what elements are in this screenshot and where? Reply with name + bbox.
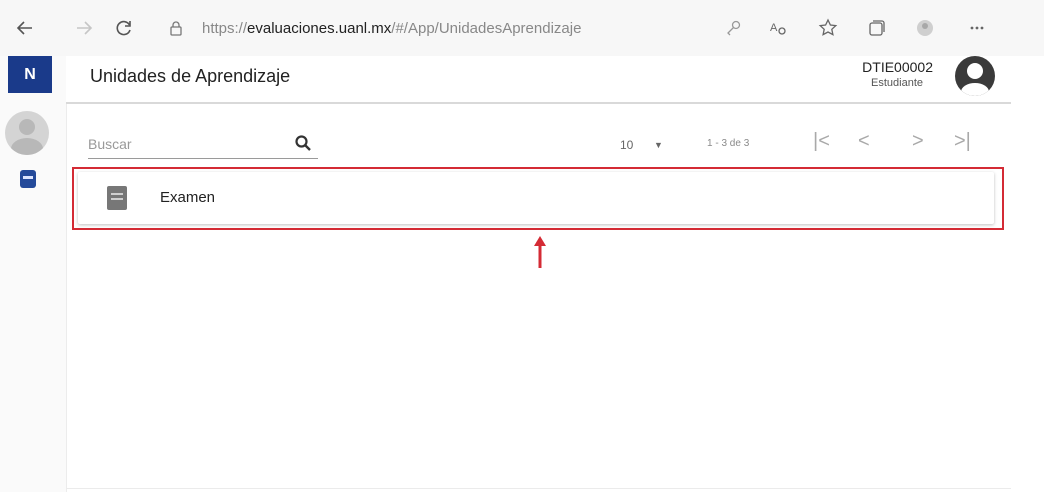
annotation-arrow-icon [531,234,549,270]
url-path: /#/App/UnidadesAprendizaje [391,19,582,37]
caret-down-icon[interactable]: ▼ [654,140,663,150]
svg-text:A: A [770,22,778,34]
forward-icon[interactable] [70,14,98,42]
collections-icon[interactable] [863,14,891,42]
previous-page-icon[interactable]: < [858,130,870,153]
user-avatar[interactable] [955,56,995,96]
book-icon [107,186,127,210]
key-icon[interactable] [720,14,748,42]
page-range: 1 - 3 de 3 [707,138,750,149]
search-icon[interactable] [294,134,312,152]
profile-icon[interactable] [911,14,939,42]
user-role: Estudiante [871,77,923,89]
reload-icon[interactable] [110,14,138,42]
search-input[interactable] [88,130,318,159]
browser-toolbar: https://evaluaciones.uanl.mx/#/App/Unida… [0,0,1044,56]
last-page-icon[interactable]: >| [954,130,971,153]
address-bar[interactable]: https://evaluaciones.uanl.mx/#/App/Unida… [202,10,722,46]
sidebar-avatar[interactable] [5,111,49,155]
app-logo[interactable]: N [8,56,52,93]
page-title: Unidades de Aprendizaje [90,66,291,86]
back-icon[interactable] [11,14,39,42]
user-id: DTIE00002 [862,59,933,75]
page-size-select[interactable]: 10 [620,138,633,152]
more-options-icon[interactable] [963,14,991,42]
book-icon[interactable] [20,170,36,188]
favorites-icon[interactable] [814,14,842,42]
app-header: Unidades de Aprendizaje DTIE00002 Estudi… [66,56,1011,104]
app-sidebar: N [0,56,67,492]
lock-icon[interactable] [162,14,190,42]
unit-label: Examen [160,189,216,206]
next-page-icon[interactable]: > [912,130,924,153]
first-page-icon[interactable]: |< [813,130,830,153]
url-host: evaluaciones.uanl.mx [247,19,392,37]
read-aloud-icon[interactable]: A [764,14,792,42]
unit-card[interactable]: Examen [78,172,994,224]
url-prefix: https:// [202,19,248,37]
content-divider [66,488,1011,489]
